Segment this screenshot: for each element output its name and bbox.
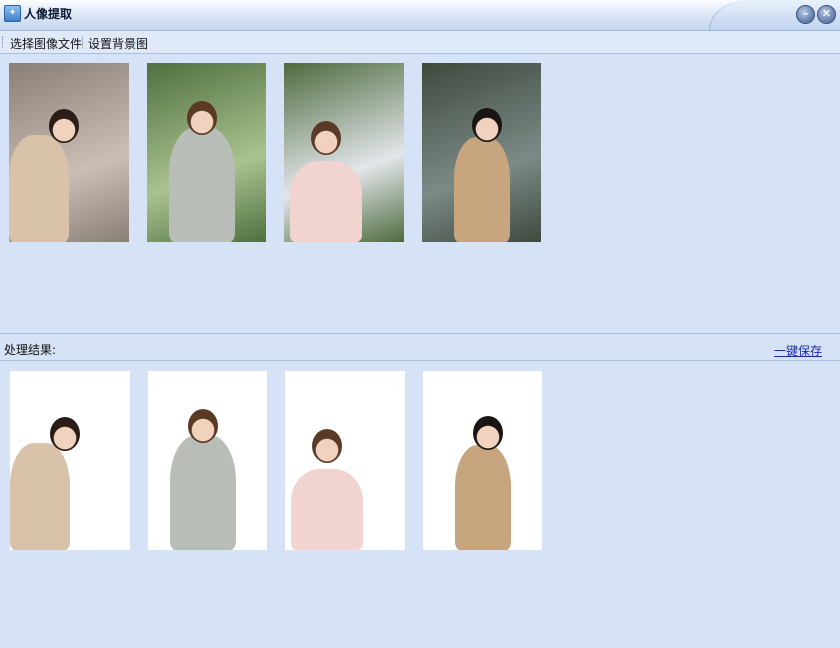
portrait-head <box>472 108 502 142</box>
portrait-head <box>50 417 80 451</box>
portrait-body <box>9 135 69 242</box>
result-image[interactable] <box>148 371 267 550</box>
source-image[interactable] <box>147 63 266 242</box>
select-image-button[interactable]: 选择图像文件 <box>10 35 82 52</box>
portrait-head <box>311 121 341 155</box>
section-divider <box>0 360 840 361</box>
minimize-icon[interactable]: – <box>796 5 815 24</box>
result-image[interactable] <box>285 371 405 550</box>
toolbar-separator <box>82 36 83 49</box>
close-icon[interactable]: ✕ <box>817 5 836 24</box>
result-image[interactable] <box>10 371 130 550</box>
title-bar: ✦ 人像提取 – ✕ <box>0 0 840 31</box>
source-image[interactable] <box>284 63 404 242</box>
portrait-head <box>312 429 342 463</box>
title-bar-controls: – ✕ <box>709 0 840 30</box>
window-title: 人像提取 <box>24 7 73 21</box>
portrait-head <box>49 109 79 143</box>
source-image[interactable] <box>422 63 541 242</box>
app-logo-icon: ✦ <box>4 5 21 22</box>
portrait-body <box>169 127 235 242</box>
portrait-body <box>454 137 510 242</box>
portrait-body <box>170 435 236 550</box>
result-image[interactable] <box>423 371 542 550</box>
portrait-head <box>187 101 217 135</box>
portrait-body <box>291 469 363 550</box>
portrait-body <box>455 445 511 550</box>
toolbar-grip <box>2 36 5 48</box>
section-divider <box>0 333 840 334</box>
source-image[interactable] <box>9 63 129 242</box>
save-all-link[interactable]: 一键保存 <box>774 342 822 359</box>
portrait-head <box>188 409 218 443</box>
set-background-button[interactable]: 设置背景图 <box>88 35 148 52</box>
result-label: 处理结果: <box>4 343 57 357</box>
portrait-head <box>473 416 503 450</box>
portrait-body <box>290 161 362 242</box>
portrait-body <box>10 443 70 550</box>
toolbar: 选择图像文件 设置背景图 <box>0 31 840 54</box>
